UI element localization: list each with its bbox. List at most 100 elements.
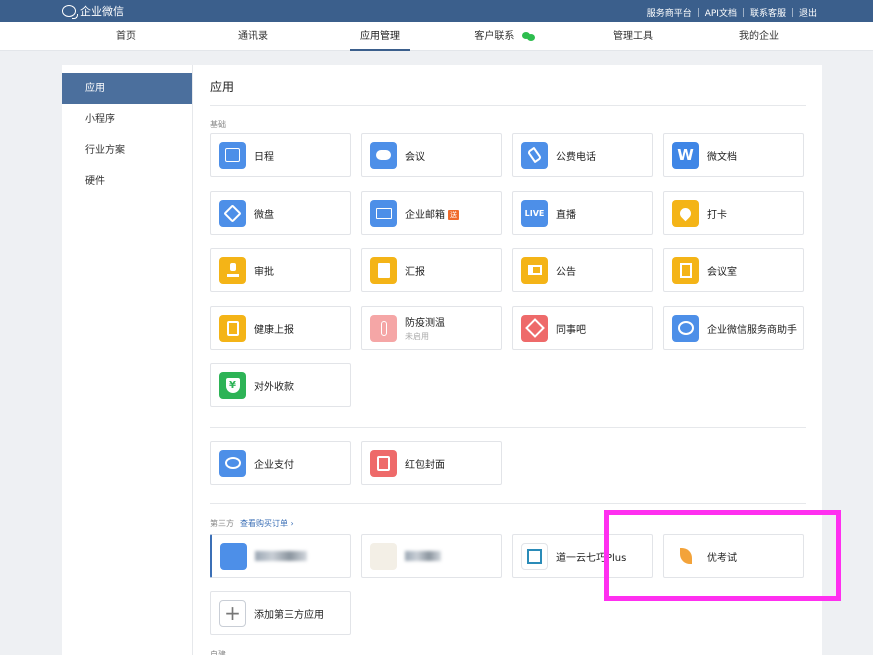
enterprise-pay-icon — [219, 449, 246, 477]
nav-management-tools[interactable]: 管理工具 — [603, 22, 663, 51]
colleague-nodes-icon — [521, 314, 548, 342]
thermometer-icon — [370, 314, 397, 342]
live-icon: LIVE — [521, 199, 548, 227]
sidebar-item-mini-programs[interactable]: 小程序 — [62, 104, 192, 135]
nav-customer-contact[interactable]: 客户联系 — [470, 22, 540, 51]
app-card-wedoc[interactable]: W 微文档 — [663, 133, 804, 177]
nav-my-enterprise[interactable]: 我的企业 — [729, 22, 789, 51]
app-card-drive[interactable]: 微盘 — [210, 191, 351, 235]
brand[interactable]: 企业微信 — [62, 4, 124, 19]
divider — [210, 503, 806, 504]
section-label-basic: 基础 — [210, 120, 226, 129]
app-card-public-phone[interactable]: 公费电话 — [512, 133, 653, 177]
sidebar-item-industry-solutions[interactable]: 行业方案 — [62, 135, 192, 166]
app-label: 汇报 — [405, 266, 425, 278]
plus-icon: + — [219, 599, 246, 627]
sidebar-item-hardware[interactable]: 硬件 — [62, 166, 192, 197]
drive-icon — [219, 199, 246, 227]
main-nav: 首页 通讯录 应用管理 客户联系 管理工具 我的企业 — [0, 22, 873, 51]
section-label-custom: 自建 — [210, 650, 226, 655]
app-card-enterprise-pay[interactable]: 企业支付 — [210, 441, 351, 485]
megaphone-icon — [521, 256, 548, 284]
contact-support-link[interactable]: 联系客服 — [744, 6, 792, 19]
app-card-red-packet-cover[interactable]: 红包封面 — [361, 441, 502, 485]
app-card-third-party-blurred-1[interactable] — [210, 534, 351, 578]
app-card-announcement[interactable]: 公告 — [512, 248, 653, 292]
calendar-icon — [219, 141, 246, 169]
section-label-third-party: 第三方 查看购买订单 › — [210, 519, 294, 528]
app-card-temperature-check[interactable]: 防疫测温 未启用 — [361, 306, 502, 350]
stamp-icon — [219, 256, 246, 284]
door-icon — [672, 256, 699, 284]
app-label: 同事吧 — [556, 324, 586, 336]
report-icon — [370, 256, 397, 284]
app-label: 打卡 — [707, 209, 727, 221]
blurred-app-icon-2 — [370, 542, 397, 570]
app-card-report[interactable]: 汇报 — [361, 248, 502, 292]
app-label: 会议室 — [707, 266, 737, 278]
view-orders-link[interactable]: 查看购买订单 › — [240, 519, 294, 528]
app-card-third-party-blurred-2[interactable] — [361, 534, 502, 578]
wework-logo-icon — [62, 5, 78, 19]
app-card-meeting[interactable]: 会议 — [361, 133, 502, 177]
app-label: 会议 — [405, 151, 425, 163]
app-label: 企业微信服务商助手 — [707, 324, 797, 336]
blurred-text — [255, 550, 307, 561]
app-card-schedule[interactable]: 日程 — [210, 133, 351, 177]
app-label: 日程 — [254, 151, 274, 163]
app-card-health-report[interactable]: 健康上报 — [210, 306, 351, 350]
app-status: 未启用 — [405, 332, 429, 341]
nav-home[interactable]: 首页 — [96, 22, 156, 51]
app-label: 对外收款 — [254, 381, 294, 393]
app-label: 红包封面 — [405, 459, 445, 471]
app-label: 健康上报 — [254, 324, 294, 336]
assistant-bubble-icon — [672, 314, 699, 342]
nav-customer-contact-label: 客户联系 — [474, 31, 515, 42]
app-label — [405, 550, 441, 562]
nav-contacts[interactable]: 通讯录 — [223, 22, 283, 51]
app-label: 防疫测温 未启用 — [405, 318, 445, 341]
wechat-icon — [521, 31, 536, 41]
location-pin-icon — [672, 199, 699, 227]
sidebar: 应用 小程序 行业方案 硬件 — [62, 65, 193, 655]
sidebar-item-apps[interactable]: 应用 — [62, 73, 192, 104]
qiqiao-icon — [521, 542, 548, 570]
api-docs-link[interactable]: API文档 — [699, 6, 743, 19]
logout-link[interactable]: 退出 — [793, 6, 823, 19]
app-label: 微文档 — [707, 151, 737, 163]
app-label — [255, 550, 307, 562]
app-label: 微盘 — [254, 209, 274, 221]
blurred-app-icon — [220, 542, 247, 570]
divider — [210, 427, 806, 428]
provider-platform-link[interactable]: 服务商平台 — [641, 6, 698, 19]
app-card-checkin[interactable]: 打卡 — [663, 191, 804, 235]
gift-badge: 送 — [448, 209, 459, 220]
nav-app-management[interactable]: 应用管理 — [350, 22, 410, 51]
top-links: 服务商平台 API文档 联系客服 退出 — [641, 6, 823, 19]
app-card-live[interactable]: LIVE 直播 — [512, 191, 653, 235]
app-card-colleague-bar[interactable]: 同事吧 — [512, 306, 653, 350]
wedoc-icon: W — [672, 141, 699, 169]
app-label: 直播 — [556, 209, 576, 221]
app-card-enterprise-mail[interactable]: 企业邮箱送 — [361, 191, 502, 235]
red-packet-icon — [370, 449, 397, 477]
top-bar: 企业微信 服务商平台 API文档 联系客服 退出 — [0, 0, 873, 22]
app-card-provider-assistant[interactable]: 企业微信服务商助手 — [663, 306, 804, 350]
app-card-approval[interactable]: 审批 — [210, 248, 351, 292]
app-label: 添加第三方应用 — [254, 609, 324, 621]
mail-icon — [370, 199, 397, 227]
brand-name: 企业微信 — [80, 5, 124, 18]
add-third-party-app-button[interactable]: + 添加第三方应用 — [210, 591, 351, 635]
blurred-text — [405, 550, 441, 561]
phone-icon — [521, 141, 548, 169]
app-label: 审批 — [254, 266, 274, 278]
app-label: 企业邮箱送 — [405, 209, 459, 221]
meeting-cloud-icon — [370, 141, 397, 169]
app-label: 企业支付 — [254, 459, 294, 471]
highlight-box — [604, 510, 841, 601]
app-label: 公费电话 — [556, 151, 596, 163]
app-card-external-payment[interactable]: ¥ 对外收款 — [210, 363, 351, 407]
payment-yuan-icon: ¥ — [219, 371, 246, 399]
app-card-meeting-room[interactable]: 会议室 — [663, 248, 804, 292]
page-title: 应用 — [210, 80, 235, 94]
